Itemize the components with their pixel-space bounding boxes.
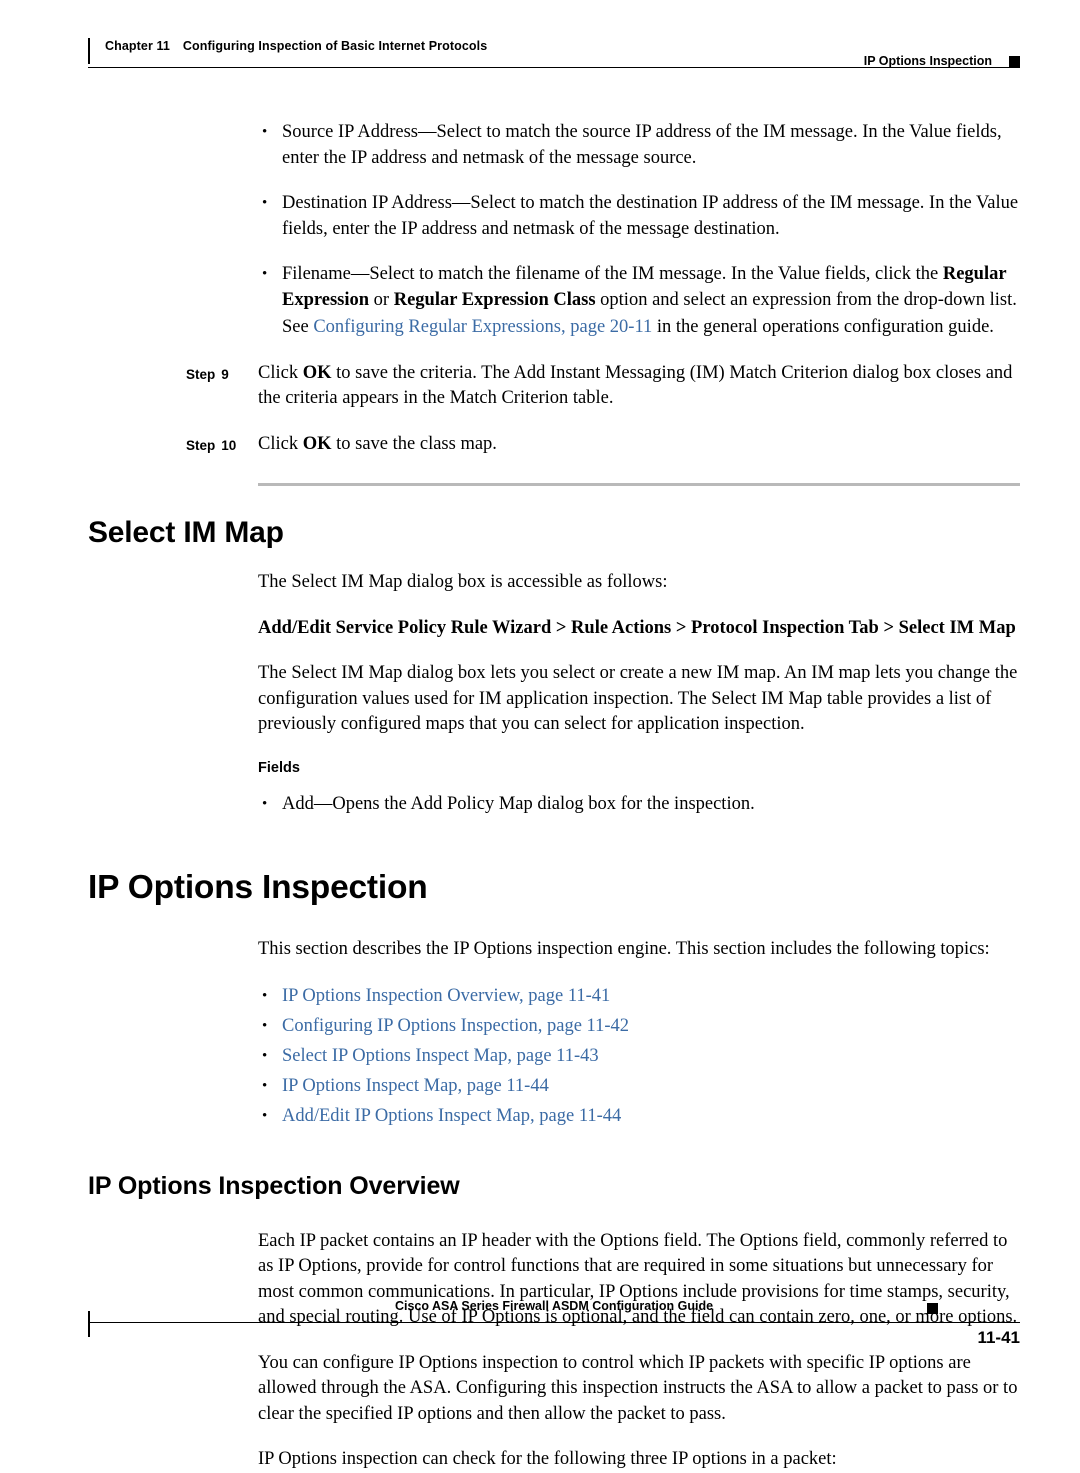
fields-bullet-list: Add—Opens the Add Policy Map dialog box … — [0, 792, 1080, 818]
step-row: Step 9 Click OK to save the criteria. The… — [186, 361, 1020, 412]
im-criteria-bullet-list: Source IP Address—Select to match the so… — [0, 120, 1080, 313]
cross-reference-link[interactable]: Configuring Regular Expressions, page 20… — [313, 317, 652, 337]
step-number: 9 — [221, 366, 229, 382]
page-footer: Cisco ASA Series Firewall ASDM Configura… — [88, 1299, 1020, 1351]
bullet-text: Filename—Select to match the filename of… — [282, 264, 943, 284]
step-label: Step 10 — [186, 433, 256, 459]
bullet-text: option and select an expression from the… — [595, 289, 1017, 310]
bullet-text: Source IP Address—Select to match the so… — [282, 122, 1002, 168]
step-text: Click OK to save the class map. — [258, 432, 1020, 458]
list-item[interactable]: Add/Edit IP Options Inspect Map, page 11… — [258, 1101, 1080, 1131]
step-number: 10 — [221, 437, 237, 453]
section-title-ip-options-overview: IP Options Inspection Overview — [88, 1171, 460, 1200]
topic-link[interactable]: Select IP Options Inspect Map, page 11-4… — [282, 1046, 599, 1066]
step-word: Step — [186, 437, 216, 453]
step-label: Step 9 — [186, 362, 256, 388]
step-text-part: Click — [258, 433, 303, 454]
page-title-select-im-map: Select IM Map — [88, 516, 284, 549]
step-text: Click OK to save the criteria. The Add I… — [258, 361, 1020, 412]
bullet-text-bold: Regular Expression Class — [393, 289, 596, 310]
topic-link[interactable]: IP Options Inspect Map, page 11-44 — [282, 1076, 549, 1096]
document-page: Chapter 11 Configuring Inspection of Basi… — [0, 0, 1080, 1469]
step-text-part: to save the criteria. The Add Instant Me… — [258, 362, 1013, 409]
list-item: Add—Opens the Add Policy Map dialog box … — [258, 792, 1020, 818]
ip-options-topic-list: IP Options Inspection Overview, page 11-… — [0, 981, 1080, 1131]
footer-guide-title: Cisco ASA Series Firewall ASDM Configura… — [394, 1299, 714, 1313]
topic-link[interactable]: Configuring IP Options Inspection, page … — [282, 1016, 629, 1036]
see-suffix: in the general operations configuration … — [652, 317, 994, 337]
header-chapter-number: Chapter 11 — [105, 39, 170, 53]
step-text-part: Click — [258, 362, 303, 383]
page-title-ip-options-inspection: IP Options Inspection — [88, 869, 428, 906]
footer-divider — [88, 1322, 1020, 1323]
page-content: Source IP Address—Select to match the so… — [0, 120, 1080, 1473]
fields-heading: Fields — [258, 759, 300, 776]
header-divider — [88, 67, 1020, 68]
list-item[interactable]: Select IP Options Inspect Map, page 11-4… — [258, 1041, 1080, 1071]
list-item[interactable]: IP Options Inspect Map, page 11-44 — [258, 1071, 1080, 1101]
bullet-text: Add—Opens the Add Policy Map dialog box … — [282, 793, 755, 814]
see-reference-line: See Configuring Regular Expressions, pag… — [282, 315, 1020, 341]
overview-paragraph: You can configure IP Options inspection … — [258, 1352, 1018, 1424]
ip-options-intro: This section describes the IP Options in… — [258, 939, 990, 959]
step-text-bold: OK — [302, 362, 332, 383]
header-left-text: Chapter 11 Configuring Inspection of Basi… — [105, 39, 487, 53]
select-im-map-description: The Select IM Map dialog box lets you se… — [258, 663, 1018, 734]
step-text-part: to save the class map. — [331, 433, 497, 454]
select-im-map-intro: The Select IM Map dialog box is accessib… — [258, 572, 668, 592]
list-item[interactable]: Configuring IP Options Inspection, page … — [258, 1011, 1080, 1041]
list-item: Source IP Address—Select to match the so… — [258, 120, 1020, 171]
header-tick-mark — [88, 38, 90, 64]
bullet-text: or — [369, 289, 394, 310]
list-item[interactable]: IP Options Inspection Overview, page 11-… — [258, 981, 1080, 1011]
select-im-map-navigation-path: Add/Edit Service Policy Rule Wizard > Ru… — [258, 617, 1016, 638]
footer-square-marker — [927, 1303, 938, 1314]
footer-tick-mark — [88, 1311, 90, 1337]
header-section-title: IP Options Inspection — [863, 54, 992, 68]
step-row: Step 10 Click OK to save the class map. — [186, 432, 1020, 458]
overview-paragraph: IP Options inspection can check for the … — [258, 1449, 837, 1469]
step-text-bold: OK — [302, 433, 332, 454]
list-item: Filename—Select to match the filename of… — [258, 262, 1020, 313]
step-word: Step — [186, 366, 216, 382]
header-square-marker — [1009, 56, 1020, 67]
topic-link[interactable]: IP Options Inspection Overview, page 11-… — [282, 986, 610, 1006]
header-chapter-title: Configuring Inspection of Basic Internet… — [182, 39, 488, 53]
page-header: Chapter 11 Configuring Inspection of Basi… — [88, 34, 1020, 70]
topic-link[interactable]: Add/Edit IP Options Inspect Map, page 11… — [282, 1106, 621, 1126]
list-item: Destination IP Address—Select to match t… — [258, 191, 1020, 242]
footer-page-number: 11-41 — [977, 1328, 1020, 1347]
bullet-text: Destination IP Address—Select to match t… — [282, 193, 1019, 239]
section-divider — [258, 483, 1020, 486]
see-prefix: See — [282, 317, 314, 337]
